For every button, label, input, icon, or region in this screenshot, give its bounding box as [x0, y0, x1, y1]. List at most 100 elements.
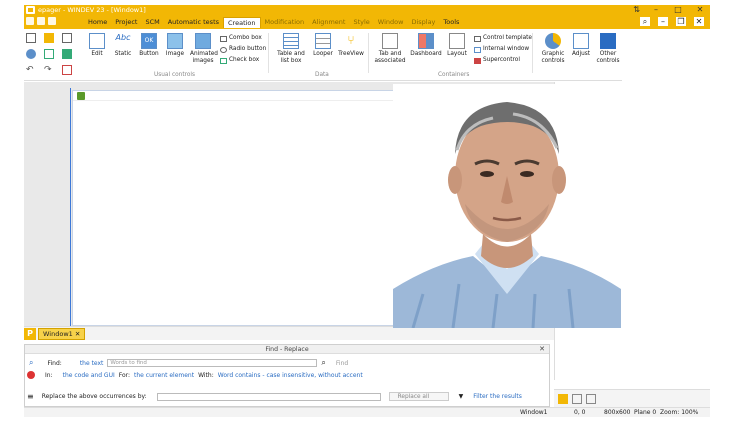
quick-new-icon[interactable] — [26, 17, 34, 25]
layout-icon[interactable] — [586, 394, 596, 404]
find-input[interactable]: Words to find — [107, 359, 318, 367]
internal-window-icon — [474, 46, 481, 53]
tab-window[interactable]: Window — [374, 17, 408, 28]
redo-icon[interactable]: ↷ — [44, 65, 54, 75]
quick-open-icon[interactable] — [37, 17, 45, 25]
find-replace-header: Find - Replace ✕ — [25, 345, 549, 354]
replace-input[interactable] — [156, 392, 381, 401]
tab-tools[interactable]: Tools — [439, 17, 463, 28]
dashboard-button[interactable]: Dashboard — [410, 33, 442, 58]
tab-window1[interactable]: Window1 ✕ — [38, 328, 86, 340]
new-doc-icon[interactable] — [26, 33, 36, 43]
project-logo-icon: P — [24, 328, 36, 340]
close-icon[interactable]: ✕ — [694, 5, 706, 15]
tab-associated-button[interactable]: Tab and associated — [374, 33, 406, 65]
document-tabs: P Window1 ✕ — [24, 326, 554, 340]
data-group-label: Data — [315, 72, 329, 78]
status-coords: 0, 0 — [574, 409, 586, 416]
close-doc-icon[interactable]: ✕ — [694, 17, 704, 26]
tab-project[interactable]: Project — [111, 17, 141, 28]
radio-button-icon — [220, 46, 227, 53]
find-button[interactable]: Find — [336, 360, 348, 367]
window-icon — [77, 92, 85, 100]
tab-home[interactable]: Home — [84, 17, 111, 28]
button-control-button[interactable]: OK Button — [136, 33, 162, 58]
status-size: 800x600 — [604, 409, 631, 416]
copy-icon[interactable] — [44, 33, 54, 43]
title-bar: epager - WINDEV 23 - [Window1] ⇅ – □ ✕ — [24, 5, 710, 15]
design-window[interactable] — [72, 90, 394, 326]
control-template-item[interactable]: Control template — [474, 33, 532, 44]
find-row: ⌕ Find: the text Words to find ⌕ Find — [29, 358, 349, 368]
image-icon — [167, 33, 183, 49]
treeview-button[interactable]: ⑂ TreeView — [338, 33, 364, 58]
status-bar: Window1 0, 0 800x600 Plane 0 Zoom: 100% — [24, 407, 710, 417]
grid-icon[interactable] — [62, 49, 72, 59]
looper-button[interactable]: Looper — [310, 33, 336, 58]
check-box-item[interactable]: Check box — [220, 55, 266, 66]
table-list-button[interactable]: Table and list box — [276, 33, 306, 65]
supercontrol-item[interactable]: Supercontrol — [474, 55, 532, 66]
find-replace-panel: Find - Replace ✕ ⌕ Find: the text Words … — [24, 344, 550, 407]
usual-controls-list: Combo box Radio button Check box — [220, 33, 266, 66]
tab-creation[interactable]: Creation — [223, 17, 261, 28]
tile-icon[interactable]: ❐ — [676, 17, 686, 26]
tab-style[interactable]: Style — [349, 17, 373, 28]
check-box-icon — [220, 57, 227, 64]
filter-results-link[interactable]: Filter the results — [473, 393, 522, 400]
restore-icon[interactable]: – — [658, 17, 668, 26]
menu-tabs: Home Project SCM Automatic tests Creatio… — [84, 17, 463, 28]
edit-control-button[interactable]: Edit — [84, 33, 110, 58]
static-control-button[interactable]: Abc Static — [110, 33, 136, 58]
save-icon[interactable] — [62, 33, 72, 43]
other-controls-button[interactable]: Other controls — [594, 33, 622, 65]
tab-scm[interactable]: SCM — [141, 17, 163, 28]
windev-logo-icon — [26, 6, 35, 14]
window-icon[interactable] — [44, 49, 54, 59]
internal-window-item[interactable]: Internal window — [474, 44, 532, 55]
maximize-icon[interactable]: □ — [672, 5, 684, 15]
treeview-icon: ⑂ — [347, 33, 355, 47]
graphic-controls-button[interactable]: Graphic controls — [538, 33, 568, 65]
close-tab-icon[interactable]: ✕ — [75, 330, 80, 338]
tab-alignment[interactable]: Alignment — [308, 17, 349, 28]
menu-icon[interactable]: ≡ — [27, 392, 34, 401]
replace-all-button[interactable]: Replace all — [388, 392, 449, 401]
for-select[interactable]: the current element — [134, 372, 194, 379]
pie-chart-icon — [545, 33, 561, 49]
in-select[interactable]: the code and GUI — [63, 372, 115, 379]
search-icon[interactable]: ⌕ — [640, 17, 650, 26]
filter-icon[interactable]: ▼ — [459, 393, 464, 400]
with-select[interactable]: Word contains - case insensitive, withou… — [218, 372, 363, 379]
containers-group-label: Containers — [438, 72, 470, 78]
ribbon-separator — [368, 33, 369, 73]
pane-icon[interactable] — [558, 394, 568, 404]
image-control-button[interactable]: Image — [162, 33, 188, 58]
radio-button-item[interactable]: Radio button — [220, 44, 266, 55]
close-icon[interactable]: ✕ — [539, 345, 545, 354]
tab-automatic-tests[interactable]: Automatic tests — [164, 17, 223, 28]
find-icon[interactable]: ⌕ — [321, 358, 325, 368]
animated-images-button[interactable]: Animated images — [190, 33, 218, 65]
minimize-icon[interactable]: – — [650, 5, 662, 15]
bottom-right-toolbar — [554, 389, 710, 407]
layers-icon[interactable] — [62, 65, 72, 75]
static-icon: Abc — [115, 33, 131, 42]
ribbon-separator — [532, 33, 533, 73]
split-icon[interactable] — [572, 394, 582, 404]
cube-icon — [600, 33, 616, 49]
layout-icon — [449, 33, 465, 49]
quick-save-icon[interactable] — [48, 17, 56, 25]
tab-display[interactable]: Display — [407, 17, 439, 28]
find-scope-select[interactable]: the text — [80, 360, 104, 367]
settings-icon[interactable] — [26, 49, 36, 59]
status-window: Window1 — [520, 409, 548, 416]
tab-modification[interactable]: Modification — [261, 17, 309, 28]
stop-icon[interactable] — [27, 371, 35, 379]
combo-box-item[interactable]: Combo box — [220, 33, 266, 44]
tab-control-icon — [382, 33, 398, 49]
undo-icon[interactable]: ↶ — [26, 65, 36, 75]
layout-button[interactable]: Layout — [444, 33, 470, 58]
pin-icon[interactable]: ⇅ — [633, 5, 640, 14]
adjust-button[interactable]: Adjust — [568, 33, 594, 58]
